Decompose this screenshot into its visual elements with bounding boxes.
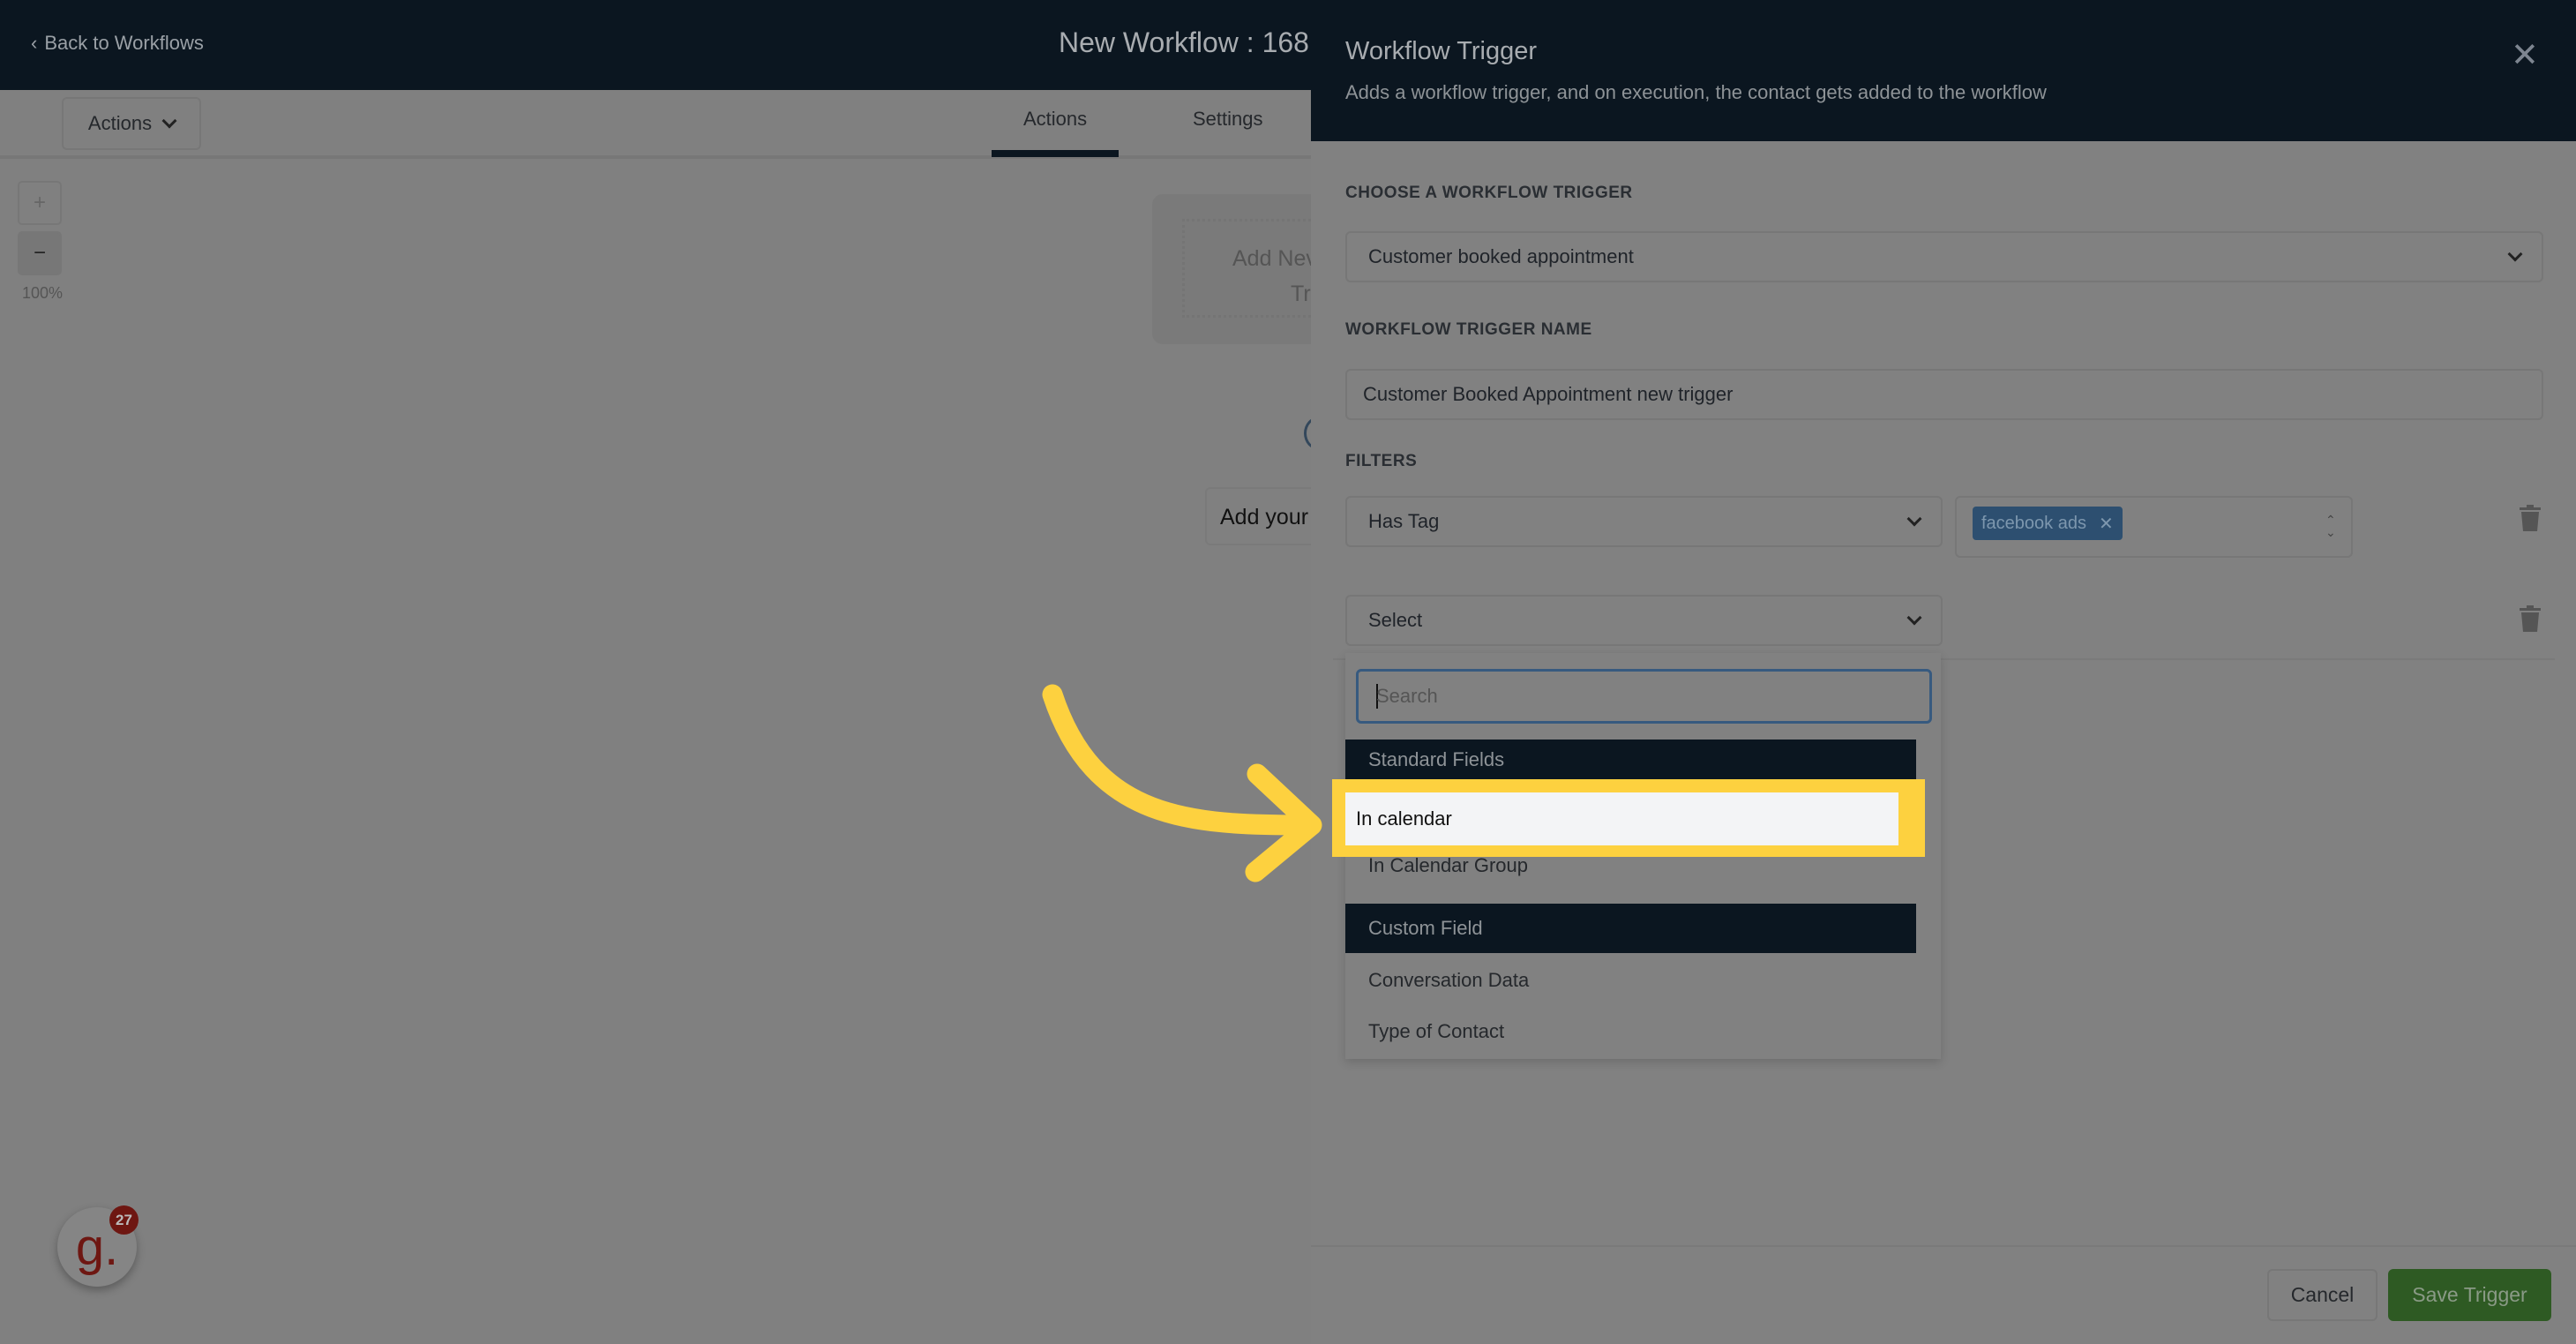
option-conversation-data[interactable]: Conversation Data xyxy=(1368,969,1529,992)
filter-field-select[interactable]: Has Tag xyxy=(1345,496,1943,547)
dropdown-search-input[interactable]: Search xyxy=(1356,669,1932,724)
trigger-select[interactable]: Customer booked appointment xyxy=(1345,231,2543,282)
back-to-workflows-link[interactable]: ‹ Back to Workflows xyxy=(31,32,204,55)
notification-badge: 27 xyxy=(109,1205,139,1235)
chevron-down-icon xyxy=(2507,246,2523,262)
option-type-of-contact[interactable]: Type of Contact xyxy=(1368,1020,1504,1043)
tag-chip: facebook ads ✕ xyxy=(1973,507,2123,540)
chevron-down-icon xyxy=(161,113,177,129)
actions-dropdown[interactable]: Actions xyxy=(62,97,201,150)
filter-field-select-2[interactable]: Select xyxy=(1345,595,1943,646)
delete-filter-icon[interactable] xyxy=(2520,605,2541,632)
chevron-down-icon xyxy=(1906,610,1922,626)
trigger-name-label: WORKFLOW TRIGGER NAME xyxy=(1345,320,1592,339)
zoom-in-button[interactable]: + xyxy=(18,181,62,225)
trigger-name-input[interactable]: Customer Booked Appointment new trigger xyxy=(1345,369,2543,420)
panel-header xyxy=(1311,0,2576,141)
zoom-out-button[interactable]: − xyxy=(18,231,62,275)
footer-divider xyxy=(1311,1245,2576,1247)
highlight-box: In calendar xyxy=(1332,779,1925,857)
group-header-custom-field: Custom Field xyxy=(1345,904,1916,953)
save-trigger-button[interactable]: Save Trigger xyxy=(2388,1269,2551,1321)
zoom-level: 100% xyxy=(22,284,64,302)
active-tab-indicator xyxy=(992,150,1119,157)
panel-title: Workflow Trigger xyxy=(1345,37,1538,65)
remove-tag-icon[interactable]: ✕ xyxy=(2099,513,2114,535)
choose-trigger-label: CHOOSE A WORKFLOW TRIGGER xyxy=(1345,184,1633,202)
add-action-box[interactable]: Add your xyxy=(1205,487,1329,545)
chevron-left-icon: ‹ xyxy=(31,32,38,54)
option-in-calendar-group[interactable]: In Calendar Group xyxy=(1368,854,1528,877)
group-header-standard-fields: Standard Fields xyxy=(1345,740,1916,780)
chevron-down-icon xyxy=(1906,511,1922,527)
tab-settings[interactable]: Settings xyxy=(1193,108,1263,131)
workflow-title: New Workflow : 168 xyxy=(1059,26,1309,58)
workflow-trigger-panel: Workflow Trigger Adds a workflow trigger… xyxy=(1311,0,2576,1344)
delete-filter-icon[interactable] xyxy=(2520,505,2541,531)
tag-multiselect[interactable]: facebook ads ✕ ⌃ ⌄ xyxy=(1955,496,2353,558)
tab-actions[interactable]: Actions xyxy=(1023,108,1087,131)
panel-subtitle: Adds a workflow trigger, and on executio… xyxy=(1345,81,2047,103)
filters-label: FILTERS xyxy=(1345,452,1418,470)
cancel-button[interactable]: Cancel xyxy=(2267,1269,2378,1321)
sort-arrows-icon: ⌃ ⌄ xyxy=(2325,513,2336,539)
option-in-calendar[interactable]: In calendar xyxy=(1345,792,1898,845)
close-icon[interactable]: ✕ xyxy=(2511,35,2539,75)
